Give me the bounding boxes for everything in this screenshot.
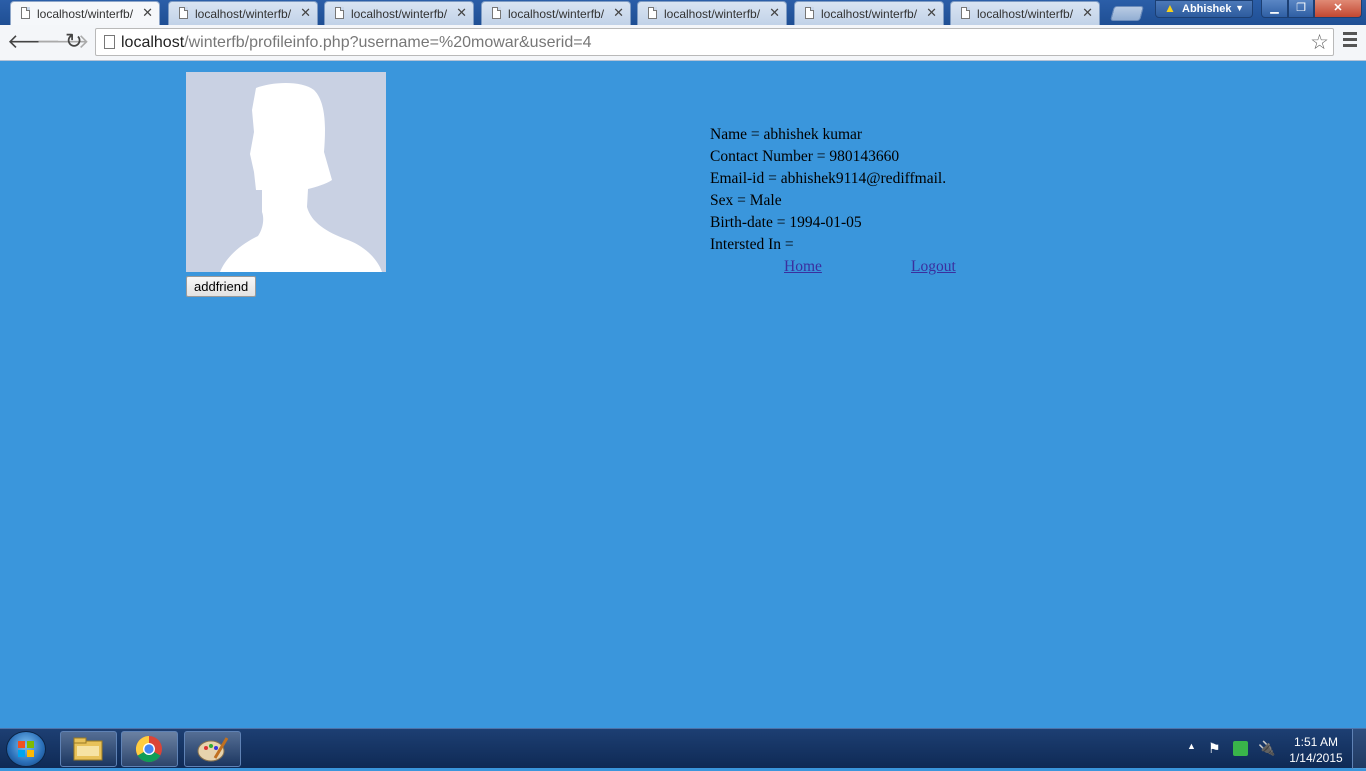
interested-in-text: Intersted In = [710, 236, 794, 253]
browser-tab-strip: localhost/winterfb/ ✕ localhost/winterfb… [0, 0, 1366, 26]
new-tab-button[interactable] [1109, 6, 1145, 21]
tab-3[interactable]: localhost/winterfb/ ✕ [324, 1, 474, 25]
page-icon [648, 7, 657, 19]
page-icon [104, 35, 115, 49]
page-icon [492, 7, 501, 19]
page-icon [21, 7, 30, 19]
minimize-button[interactable]: ▁ [1261, 0, 1288, 18]
tab-close-icon[interactable]: ✕ [456, 5, 467, 21]
tab-5[interactable]: localhost/winterfb/ ✕ [637, 1, 787, 25]
tab-2[interactable]: localhost/winterfb/ ✕ [168, 1, 318, 25]
profile-button[interactable]: ▲ Abhishek ▼ [1155, 0, 1253, 18]
tab-title: localhost/winterfb/ [977, 7, 1074, 21]
explorer-icon [73, 737, 103, 761]
tab-title: localhost/winterfb/ [195, 7, 292, 21]
chevron-down-icon: ▼ [1235, 3, 1244, 13]
name-text: Name = abhishek kumar [710, 126, 863, 143]
profile-info: Name = abhishek kumar Contact Number = 9… [710, 124, 946, 256]
warning-icon: ▲ [1164, 1, 1176, 15]
birthdate-text: Birth-date = 1994-01-05 [710, 214, 862, 231]
logout-link[interactable]: Logout [911, 256, 956, 278]
page-body: addfriend Name = abhishek kumar Contact … [0, 61, 1366, 728]
tab-6[interactable]: localhost/winterfb/ ✕ [794, 1, 944, 25]
tab-title: localhost/winterfb/ [508, 7, 605, 21]
tab-title: localhost/winterfb/ [664, 7, 761, 21]
clock-date: 1/14/2015 [1289, 751, 1343, 765]
clock[interactable]: 1:51 AM 1/14/2015 [1286, 734, 1346, 766]
page-icon [805, 7, 814, 19]
page-icon [179, 7, 188, 19]
sex-text: Sex = Male [710, 192, 782, 209]
tab-7[interactable]: localhost/winterfb/ ✕ [950, 1, 1100, 25]
taskbar-chrome[interactable] [121, 731, 178, 767]
tab-close-icon[interactable]: ✕ [142, 5, 153, 21]
url-host: localhost [121, 34, 185, 51]
chrome-icon [135, 735, 162, 763]
tab-title: localhost/winterfb/ [37, 7, 134, 21]
taskbar-paint[interactable] [184, 731, 241, 767]
maximize-button[interactable]: ❐ [1288, 0, 1314, 18]
reload-icon[interactable]: ↻ [65, 31, 83, 53]
power-icon[interactable]: 🔌 [1258, 740, 1275, 757]
url-text[interactable]: localhost/winterfb/profileinfo.php?usern… [121, 34, 592, 52]
profile-name: Abhishek [1182, 3, 1232, 15]
page-icon [961, 7, 970, 19]
menu-icon[interactable] [1343, 32, 1357, 50]
tray-expand-icon[interactable]: ▲ [1187, 741, 1196, 751]
tab-1[interactable]: localhost/winterfb/ ✕ [10, 1, 160, 26]
close-window-button[interactable]: ✕ [1314, 0, 1362, 18]
taskbar: ▲ ⚑ 🔌 1:51 AM 1/14/2015 [0, 728, 1366, 769]
tab-close-icon[interactable]: ✕ [1082, 5, 1093, 21]
default-avatar-silhouette-icon [220, 83, 382, 272]
tab-title: localhost/winterfb/ [821, 7, 918, 21]
tab-close-icon[interactable]: ✕ [300, 5, 311, 21]
sync-icon[interactable] [1233, 741, 1248, 756]
url-path: /winterfb/profileinfo.php?username=%20mo… [184, 34, 592, 51]
taskbar-explorer[interactable] [60, 731, 117, 767]
bookmark-star-icon[interactable]: ☆ [1310, 30, 1329, 55]
contact-number-text: Contact Number = 980143660 [710, 148, 900, 165]
profile-picture [186, 72, 386, 272]
clock-time: 1:51 AM [1293, 735, 1339, 749]
windows-logo-icon [18, 741, 34, 757]
browser-toolbar: 🡐 🡒 ↻ localhost/winterfb/profileinfo.php… [0, 25, 1366, 61]
paint-icon [197, 737, 229, 762]
tab-close-icon[interactable]: ✕ [613, 5, 624, 21]
start-button[interactable] [6, 731, 46, 767]
tab-close-icon[interactable]: ✕ [769, 5, 780, 21]
tab-4[interactable]: localhost/winterfb/ ✕ [481, 1, 631, 25]
addfriend-button[interactable]: addfriend [186, 276, 257, 297]
email-text: Email-id = abhishek9114@rediffmail. [710, 170, 947, 187]
tab-close-icon[interactable]: ✕ [926, 5, 937, 21]
tab-title: localhost/winterfb/ [351, 7, 448, 21]
home-link[interactable]: Home [784, 256, 822, 278]
address-bar[interactable]: localhost/winterfb/profileinfo.php?usern… [95, 28, 1334, 56]
action-center-flag-icon[interactable]: ⚑ [1208, 740, 1221, 757]
show-desktop-button[interactable] [1352, 729, 1366, 769]
page-icon [335, 7, 344, 19]
